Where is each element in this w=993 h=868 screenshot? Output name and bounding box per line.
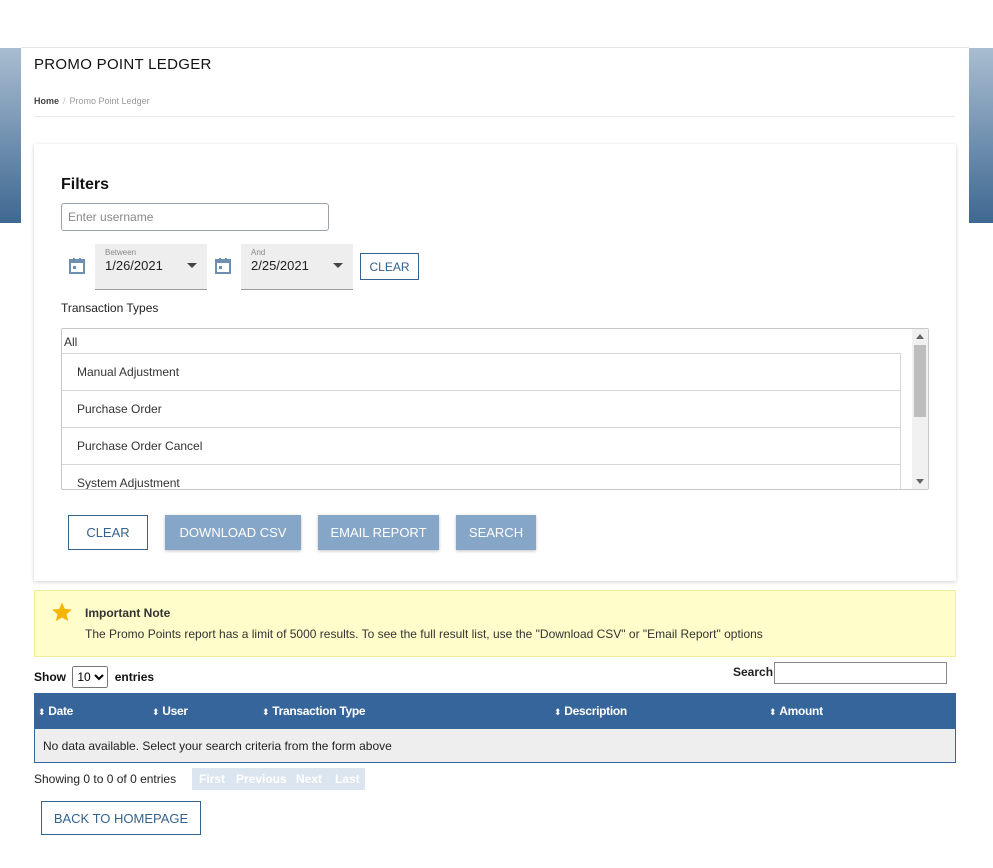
listbox-scrollbar[interactable] bbox=[912, 329, 928, 489]
calendar-icon[interactable] bbox=[68, 257, 86, 275]
entries-label: entries bbox=[114, 670, 155, 684]
column-label: Transaction Type bbox=[272, 704, 366, 718]
column-header-date[interactable]: ⬍ Date bbox=[38, 704, 73, 718]
chevron-down-icon bbox=[333, 263, 343, 268]
column-label: Description bbox=[564, 704, 627, 718]
header-divider bbox=[34, 116, 955, 117]
left-side-banner bbox=[0, 48, 21, 223]
pagination-previous[interactable]: Previous bbox=[236, 772, 287, 786]
calendar-icon[interactable] bbox=[214, 257, 232, 275]
top-divider bbox=[21, 47, 969, 48]
star-icon bbox=[52, 602, 72, 622]
column-label: Amount bbox=[779, 704, 823, 718]
download-csv-button[interactable]: DOWNLOAD CSV bbox=[165, 515, 301, 550]
note-title: Important Note bbox=[85, 606, 171, 620]
scroll-thumb[interactable] bbox=[914, 345, 926, 417]
start-date-value: 1/26/2021 bbox=[105, 258, 163, 273]
table-body: No data available. Select your search cr… bbox=[34, 729, 956, 763]
sort-icon: ⬍ bbox=[38, 707, 46, 717]
sort-icon: ⬍ bbox=[152, 707, 160, 717]
filters-heading: Filters bbox=[61, 176, 110, 193]
show-label: Show bbox=[34, 670, 66, 684]
pagination-next[interactable]: Next bbox=[296, 772, 322, 786]
transaction-type-option[interactable]: Purchase Order bbox=[62, 390, 901, 427]
breadcrumb: Home / Promo Point Ledger bbox=[34, 96, 150, 106]
end-date-label: And bbox=[251, 248, 266, 257]
right-side-banner bbox=[969, 48, 993, 223]
transaction-types-label: Transaction Types bbox=[61, 301, 159, 315]
column-label: User bbox=[162, 704, 188, 718]
table-header: ⬍ Date ⬍ User ⬍ Transaction Type ⬍ Descripti… bbox=[34, 693, 956, 729]
chevron-down-icon bbox=[187, 263, 197, 268]
transaction-types-listbox[interactable]: All Manual Adjustment Purchase Order Pur… bbox=[61, 328, 929, 490]
important-note: Important Note The Promo Points report h… bbox=[34, 590, 956, 657]
table-search-input[interactable] bbox=[774, 662, 947, 684]
scroll-up-icon[interactable] bbox=[916, 334, 924, 339]
start-date-label: Between bbox=[105, 248, 137, 257]
breadcrumb-home-link[interactable]: Home bbox=[34, 96, 59, 106]
transaction-type-option[interactable]: Purchase Order Cancel bbox=[62, 427, 901, 464]
table-info: Showing 0 to 0 of 0 entries bbox=[34, 772, 177, 786]
transaction-type-all[interactable]: All bbox=[64, 335, 77, 349]
back-to-homepage-button[interactable]: BACK TO HOMEPAGE bbox=[41, 801, 201, 835]
sort-icon: ⬍ bbox=[262, 707, 270, 717]
transaction-type-option[interactable]: System Adjustment bbox=[62, 464, 901, 489]
username-input[interactable] bbox=[61, 203, 329, 231]
breadcrumb-current: Promo Point Ledger bbox=[69, 96, 150, 106]
pagination: First Previous Next Last bbox=[192, 768, 365, 790]
transaction-type-option[interactable]: Manual Adjustment bbox=[62, 353, 901, 390]
end-date-value: 2/25/2021 bbox=[251, 258, 309, 273]
breadcrumb-separator: / bbox=[63, 96, 66, 106]
note-body: The Promo Points report has a limit of 5… bbox=[85, 627, 763, 641]
end-date-select[interactable]: And 2/25/2021 bbox=[241, 244, 353, 290]
filters-card: Filters Between 1/26/2021 And 2/25/2021 … bbox=[34, 144, 956, 581]
pagination-first[interactable]: First bbox=[199, 772, 225, 786]
clear-button[interactable]: CLEAR bbox=[68, 515, 148, 550]
page-title: PROMO POINT LEDGER bbox=[34, 56, 212, 73]
empty-table-message: No data available. Select your search cr… bbox=[43, 739, 392, 753]
sort-icon: ⬍ bbox=[769, 707, 777, 717]
column-header-transaction-type[interactable]: ⬍ Transaction Type bbox=[262, 704, 366, 718]
column-header-user[interactable]: ⬍ User bbox=[152, 704, 188, 718]
column-label: Date bbox=[48, 704, 74, 718]
pagination-last[interactable]: Last bbox=[335, 772, 360, 786]
column-header-description[interactable]: ⬍ Description bbox=[554, 704, 627, 718]
start-date-select[interactable]: Between 1/26/2021 bbox=[95, 244, 207, 290]
entries-length-control: Show 10 entries bbox=[34, 666, 154, 688]
sort-icon: ⬍ bbox=[554, 707, 562, 717]
search-button[interactable]: SEARCH bbox=[456, 515, 536, 550]
scroll-down-icon[interactable] bbox=[916, 479, 924, 484]
email-report-button[interactable]: EMAIL REPORT bbox=[318, 515, 439, 550]
table-search-label: Search: bbox=[733, 665, 778, 679]
column-header-amount[interactable]: ⬍ Amount bbox=[769, 704, 823, 718]
date-clear-button[interactable]: CLEAR bbox=[360, 253, 419, 280]
entries-select[interactable]: 10 bbox=[72, 666, 109, 688]
